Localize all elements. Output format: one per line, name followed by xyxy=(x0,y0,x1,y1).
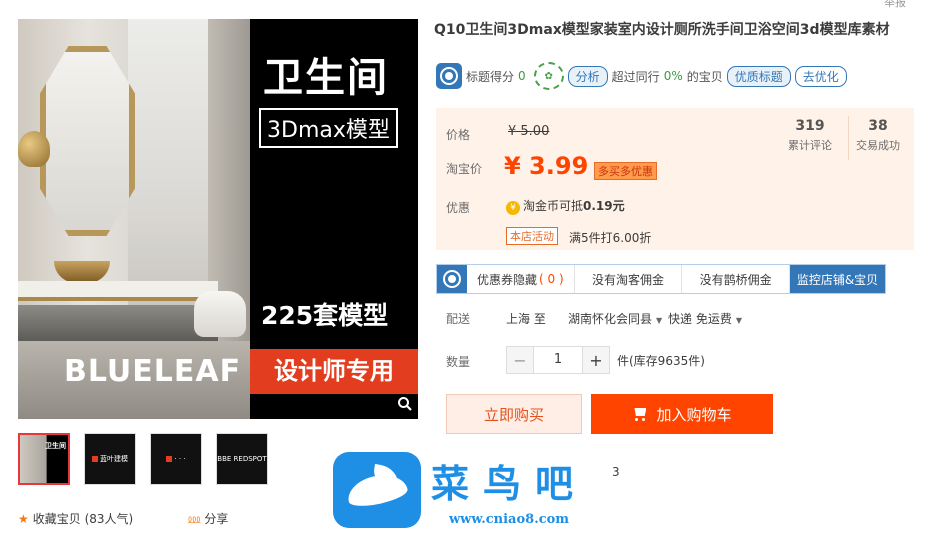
thumbnail-1[interactable]: 卫生间 xyxy=(18,433,70,485)
score-label: 标题得分 xyxy=(466,69,515,84)
original-price-label: 价格 xyxy=(446,128,471,142)
original-price: ¥ 5.00 xyxy=(508,124,550,139)
discount-label: 优惠 xyxy=(446,201,471,215)
thumbnail-3[interactable]: · · · xyxy=(150,433,202,485)
brand-watermark: BLUELEAF xyxy=(64,354,242,389)
buy-now-button[interactable]: 立即购买 xyxy=(446,394,582,434)
coin-icon: ¥ xyxy=(506,201,520,215)
no-taoke-commission[interactable]: 没有淘客佣金 xyxy=(575,265,683,293)
image-title: 卫生间 xyxy=(263,55,389,101)
coupon-label: 优惠券隐藏 xyxy=(477,272,538,287)
title-score-bar: 标题得分 0 ✿ 分析 超过同行 0% 的宝贝 优质标题 去优化 xyxy=(436,62,847,90)
plugin-logo-icon xyxy=(436,63,462,89)
report-link[interactable]: 举报 xyxy=(884,0,906,10)
shop-activity-text: 满5件打6.00折 xyxy=(569,231,652,245)
coin-amount: 0.19元 xyxy=(583,199,625,213)
ship-method-value: 快递 免运费 xyxy=(668,312,732,326)
cart-icon xyxy=(632,407,648,421)
add-to-cart-label: 加入购物车 xyxy=(656,405,732,424)
thumbnail-label: · · · xyxy=(174,455,186,463)
coupon-count: ( 0 ) xyxy=(539,272,564,286)
add-to-cart-button[interactable]: 加入购物车 xyxy=(591,394,773,434)
analyze-button[interactable]: 分析 xyxy=(567,65,608,87)
ship-method-select[interactable]: 快递 免运费 ▼ xyxy=(668,310,742,327)
exceed-prefix: 超过同行 xyxy=(611,69,660,84)
shipping-label: 配送 xyxy=(446,312,471,326)
share-link[interactable]: ⅏ 分享 xyxy=(188,510,228,527)
stat-reviews[interactable]: 319 累计评论 xyxy=(788,118,832,153)
score-value: 0 xyxy=(518,69,526,83)
ship-to-select[interactable]: 湖南怀化会同县 ▼ xyxy=(568,310,662,327)
partial-text: 3 xyxy=(612,465,620,479)
stat-label: 累计评论 xyxy=(788,139,832,152)
plus-button[interactable]: + xyxy=(582,346,610,374)
thumbnail-4[interactable]: BBE REDSPOT xyxy=(216,433,268,485)
ship-to-value: 湖南怀化会同县 xyxy=(568,312,653,326)
quality-title-button[interactable]: 优质标题 xyxy=(726,65,791,87)
ship-from: 上海 至 xyxy=(506,312,546,326)
plugin-logo-icon xyxy=(437,265,467,293)
caret-down-icon: ▼ xyxy=(656,316,663,325)
collect-item-link[interactable]: ★ 收藏宝贝 (83人气) xyxy=(18,510,133,527)
product-title: Q10卫生间3Dmax模型家装室内设计厕所洗手间卫浴空间3d模型库素材 xyxy=(434,22,890,38)
stat-divider xyxy=(848,116,849,160)
watermark: 菜鸟吧 www.cniao8.com xyxy=(333,452,587,528)
coin-text: 淘金币可抵 xyxy=(523,199,584,213)
caret-down-icon: ▼ xyxy=(735,316,742,325)
thumbnail-label: BBE REDSPOT xyxy=(217,455,267,463)
exceed-suffix: 的宝贝 xyxy=(686,69,723,84)
share-label: 分享 xyxy=(204,512,229,526)
monitor-shop-button[interactable]: 监控店铺&宝贝 xyxy=(790,265,886,293)
shop-activity-tag: 本店活动 xyxy=(506,227,558,245)
exceed-percent: 0% xyxy=(663,69,683,83)
thumbnail-label: 卫生间 xyxy=(45,442,66,450)
taobao-price: ¥ 3.99 xyxy=(504,152,589,180)
coupon-hidden[interactable]: 优惠券隐藏( 0 ) xyxy=(467,265,575,293)
stat-transactions[interactable]: 38 交易成功 xyxy=(856,118,900,153)
search-icon[interactable] xyxy=(393,395,417,419)
thumbnail-2[interactable]: 蓝叶建模 xyxy=(84,433,136,485)
share-icon: ⅏ xyxy=(188,512,201,526)
star-icon: ★ xyxy=(18,512,29,526)
image-banner: 设计师专用 xyxy=(250,349,418,394)
thumbnail-strip: 卫生间 蓝叶建模 · · · BBE REDSPOT xyxy=(18,433,268,485)
bird-logo-icon xyxy=(333,452,421,528)
main-product-image[interactable]: BLUELEAF 卫生间 3Dmax模型 225套模型 设计师专用 xyxy=(18,19,418,419)
stat-value: 38 xyxy=(868,118,888,134)
thumbnail-label: 蓝叶建模 xyxy=(100,455,128,463)
collect-label: 收藏宝贝 (83人气) xyxy=(32,512,134,526)
seal-icon: ✿ xyxy=(533,62,564,90)
optimize-button[interactable]: 去优化 xyxy=(794,65,847,87)
watermark-name: 菜鸟吧 xyxy=(431,461,588,506)
image-subtitle: 3Dmax模型 xyxy=(259,108,398,148)
stat-label: 交易成功 xyxy=(856,139,900,152)
taobao-price-label: 淘宝价 xyxy=(446,162,483,176)
image-model-count: 225套模型 xyxy=(261,301,389,330)
quantity-input[interactable]: 1 xyxy=(534,346,582,374)
coupon-plugin-bar: 优惠券隐藏( 0 ) 没有淘客佣金 没有鹊桥佣金 监控店铺&宝贝 xyxy=(436,264,886,294)
quantity-label: 数量 xyxy=(446,355,471,369)
minus-button[interactable]: − xyxy=(506,346,534,374)
quantity-stepper: − 1 + xyxy=(506,346,610,374)
coin-offer: ¥ 淘金币可抵0.19元 xyxy=(506,197,625,215)
no-queqiao-commission[interactable]: 没有鹊桥佣金 xyxy=(682,265,791,293)
stock-text: 件(库存9635件) xyxy=(617,354,705,368)
stat-value: 319 xyxy=(795,118,825,134)
promo-tag[interactable]: 多买多优惠 xyxy=(594,162,657,180)
watermark-url: www.cniao8.com xyxy=(448,512,570,527)
price-panel: 价格 ¥ 5.00 淘宝价 ¥ 3.99 多买多优惠 319 累计评论 38 交… xyxy=(436,108,914,250)
